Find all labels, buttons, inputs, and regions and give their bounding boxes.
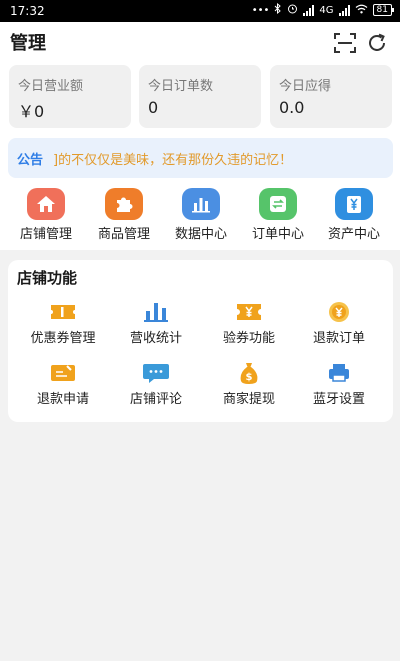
feature-label: 退款订单 (312, 331, 365, 346)
stat-card-orders[interactable]: 今日订单数 0 (139, 65, 261, 128)
bar-chart-icon (141, 300, 171, 324)
stat-value: 0 (148, 98, 159, 117)
comment-icon (141, 361, 171, 385)
feature-label: 验券功能 (222, 331, 275, 346)
bluetooth-icon (274, 2, 282, 17)
feature-ticket-verify[interactable]: 验券功能 (201, 300, 297, 346)
feature-label: 店铺评论 (129, 392, 182, 407)
feature-store-comments[interactable]: 店铺评论 (108, 361, 204, 407)
quick-order-center[interactable]: 订单中心 (239, 188, 317, 242)
feature-merchant-withdraw[interactable]: $ 商家提现 (201, 361, 297, 407)
stat-label: 今日营业额 (18, 79, 84, 94)
feature-revenue-stats[interactable]: 营收统计 (108, 300, 204, 346)
quick-product-management[interactable]: 商品管理 (85, 188, 163, 242)
announcement-bar[interactable]: 公告 ]的不仅仅是美味，还有那份久违的记忆！ (8, 138, 393, 178)
svg-text:$: $ (246, 372, 253, 383)
status-icons: ••• 4G 81 (251, 2, 395, 17)
money-bag-icon: $ (234, 361, 264, 385)
stat-card-revenue[interactable]: 今日营业额 ￥0 (9, 65, 131, 128)
signal-icon-2 (338, 4, 350, 16)
yen-wallet-icon (335, 188, 373, 220)
quick-data-center[interactable]: 数据中心 (162, 188, 240, 242)
feature-label: 蓝牙设置 (312, 392, 365, 407)
app-header: 管理 (0, 22, 400, 64)
order-icon (259, 188, 297, 220)
quick-label: 店铺管理 (19, 227, 72, 242)
refund-coin-icon (324, 300, 354, 324)
stat-label: 今日应得 (279, 79, 332, 94)
quick-label: 资产中心 (327, 227, 380, 242)
puzzle-icon (105, 188, 143, 220)
quick-store-management[interactable]: 店铺管理 (7, 188, 85, 242)
refund-form-icon (48, 361, 78, 385)
network-type: 4G (319, 4, 334, 16)
stat-value: 0.0 (279, 98, 305, 117)
status-bar: 17:32 ••• 4G 81 (0, 0, 400, 22)
feature-label: 商家提现 (222, 392, 275, 407)
stat-label: 今日订单数 (148, 79, 214, 94)
status-time: 17:32 (10, 4, 45, 18)
wifi-icon (355, 4, 368, 17)
alarm-icon (287, 3, 298, 17)
feature-bluetooth-settings[interactable]: 蓝牙设置 (291, 361, 387, 407)
feature-refund-orders[interactable]: 退款订单 (291, 300, 387, 346)
feature-refund-request[interactable]: 退款申请 (15, 361, 111, 407)
ticket-verify-icon (234, 300, 264, 324)
quick-label: 订单中心 (251, 227, 304, 242)
feature-label: 优惠券管理 (30, 331, 96, 346)
coupon-icon (48, 300, 78, 324)
scan-icon[interactable] (333, 31, 357, 55)
feature-label: 营收统计 (129, 331, 182, 346)
printer-icon (324, 361, 354, 385)
announcement-tag: 公告 (17, 153, 44, 168)
stat-value: ￥0 (18, 102, 45, 121)
signal-icon (303, 4, 315, 16)
battery-icon: 81 (372, 4, 395, 16)
feature-coupon-management[interactable]: 优惠券管理 (15, 300, 111, 346)
home-icon (27, 188, 65, 220)
quick-label: 商品管理 (97, 227, 150, 242)
battery-level: 81 (376, 5, 388, 15)
notification-dots: ••• (251, 4, 270, 16)
quick-label: 数据中心 (174, 227, 227, 242)
store-functions-card: 店铺功能 优惠券管理 营收统计 验券功能 退款订单 退款申请 店铺评论 $ 商家… (8, 260, 393, 422)
quick-asset-center[interactable]: 资产中心 (315, 188, 393, 242)
feature-label: 退款申请 (36, 392, 89, 407)
refresh-icon[interactable] (365, 31, 389, 55)
bar-chart-icon (182, 188, 220, 220)
page-title: 管理 (10, 33, 46, 54)
stat-card-earnings[interactable]: 今日应得 0.0 (270, 65, 392, 128)
announcement-text: ]的不仅仅是美味，还有那份久违的记忆！ (53, 153, 293, 168)
section-title: 店铺功能 (17, 269, 78, 287)
